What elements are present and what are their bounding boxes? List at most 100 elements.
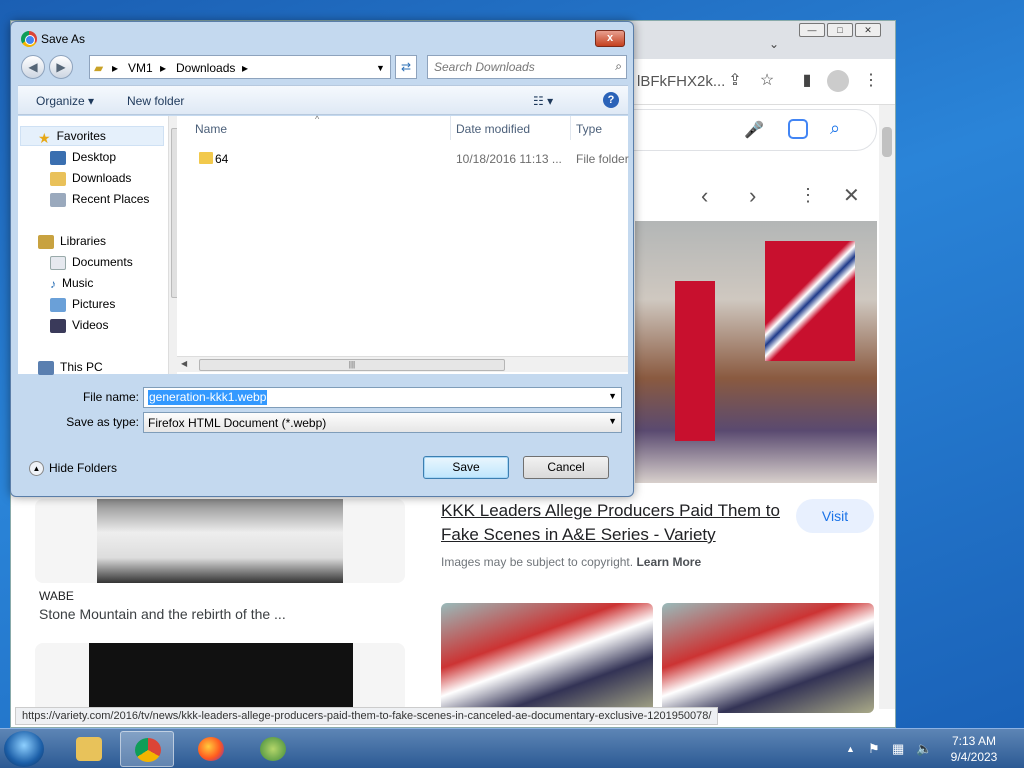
star-icon: ★ [38, 129, 51, 146]
bookmark-star-icon[interactable]: ☆ [755, 69, 779, 93]
scrollbar-thumb[interactable] [882, 127, 892, 157]
result-image[interactable] [97, 499, 343, 583]
result-image[interactable] [89, 643, 353, 713]
nav-favorites[interactable]: ★ Favorites [38, 129, 106, 146]
documents-icon [50, 255, 66, 270]
nav-desktop[interactable]: Desktop [50, 150, 116, 165]
breadcrumb-arrow-icon[interactable]: ▸ [160, 61, 166, 75]
address-bar[interactable]: ▰ ▸ VM1 ▸ Downloads ▸ ▼ [89, 55, 391, 79]
breadcrumb-downloads[interactable]: Downloads [176, 61, 235, 75]
new-folder-button[interactable]: New folder [127, 94, 184, 108]
copyright-text: Images may be subject to copyright. [441, 555, 634, 569]
sort-arrow-icon: ^ [315, 114, 320, 124]
tab-list-chevron-icon[interactable]: ⌄ [769, 37, 779, 51]
nav-this-pc[interactable]: This PC [38, 360, 103, 375]
file-name-value[interactable]: generation-kkk1.webp [148, 390, 268, 405]
tray-expand-icon[interactable]: ▲ [846, 744, 855, 754]
view-options-icon[interactable]: ☷ ▾ [533, 94, 553, 108]
downloads-icon [50, 171, 66, 186]
minimize-button[interactable]: — [799, 23, 825, 37]
side-panel-icon[interactable]: ▮ [795, 69, 819, 93]
hide-folders-button[interactable]: ▲ Hide Folders [29, 461, 117, 477]
file-list: Name ^ Date modified Type 64 10/18/2016 … [177, 114, 629, 374]
tray-flag-icon[interactable]: ⚑ [868, 741, 880, 757]
breadcrumb-arrow-icon[interactable]: ▸ [242, 61, 248, 75]
address-dropdown-icon[interactable]: ▼ [376, 63, 385, 73]
navigation-pane: ★ Favorites Desktop Downloads Recent Plac… [18, 116, 182, 375]
nav-libraries[interactable]: Libraries [38, 234, 106, 249]
voice-search-icon[interactable]: 🎤 [744, 120, 764, 140]
taskbar-chrome[interactable] [120, 731, 174, 767]
address-bar-text[interactable]: lBFkFHX2k... [637, 73, 725, 90]
breadcrumb-arrow-icon[interactable]: ▸ [112, 61, 118, 75]
maximize-button[interactable]: □ [827, 23, 853, 37]
image-title-link[interactable]: KKK Leaders Allege Producers Paid Them t… [441, 499, 781, 547]
search-icon[interactable]: ⌕ [830, 118, 840, 139]
visit-button[interactable]: Visit [796, 499, 874, 533]
prev-image-icon[interactable]: ‹ [701, 183, 708, 209]
google-search-bar[interactable]: 🎤 ⌕ [631, 109, 877, 151]
column-divider[interactable] [450, 116, 451, 140]
column-divider[interactable] [570, 116, 571, 140]
scroll-left-icon[interactable]: ◀ [181, 359, 187, 368]
save-button[interactable]: Save [423, 456, 509, 479]
lens-icon[interactable] [788, 119, 808, 139]
search-icon[interactable]: ⌕ [615, 59, 622, 74]
file-name-input[interactable]: generation-kkk1.webp ▼ [143, 387, 622, 408]
dialog-close-button[interactable]: x [595, 30, 625, 47]
menu-kebab-icon[interactable]: ⋮ [859, 69, 883, 93]
column-type[interactable]: Type [576, 122, 602, 136]
next-image-icon[interactable]: › [749, 183, 756, 209]
save-as-type-select[interactable]: Firefox HTML Document (*.webp) ▼ [143, 412, 622, 433]
preview-image[interactable] [635, 221, 877, 483]
share-icon[interactable]: ⇪ [723, 69, 747, 93]
taskbar-firefox[interactable] [184, 731, 238, 767]
nav-videos[interactable]: Videos [50, 318, 108, 333]
nav-music[interactable]: ♪ Music [50, 276, 93, 291]
pictures-icon [50, 297, 66, 312]
firefox-icon [198, 737, 224, 761]
page-scrollbar[interactable] [879, 105, 895, 709]
nav-documents[interactable]: Documents [50, 255, 133, 270]
network-icon[interactable]: ▦ [892, 741, 904, 757]
profile-avatar-icon[interactable] [827, 70, 849, 92]
clock-date: 9/4/2023 [950, 750, 998, 764]
taskbar-app[interactable] [246, 731, 300, 767]
related-image-thumb[interactable] [441, 603, 653, 713]
folder-icon: ▰ [94, 61, 104, 75]
help-icon[interactable]: ? [603, 92, 619, 108]
related-image-thumb[interactable] [662, 603, 874, 713]
column-name[interactable]: Name [195, 122, 227, 136]
taskbar: ▲ ⚑ ▦ 🔈 7:13 AM 9/4/2023 [0, 728, 1024, 768]
libraries-icon [38, 234, 54, 249]
save-as-dialog: Save As x ◀ ▶ ▰ ▸ VM1 ▸ Downloads ▸ ▼ ⇄ … [10, 21, 634, 497]
close-button[interactable]: ✕ [855, 23, 881, 37]
search-input[interactable]: Search Downloads ⌕ [427, 55, 627, 79]
dialog-title: Save As [41, 32, 86, 46]
close-panel-icon[interactable]: ✕ [843, 183, 860, 208]
nav-downloads[interactable]: Downloads [50, 171, 131, 186]
horizontal-scrollbar[interactable]: ◀ ||| [177, 356, 628, 372]
nav-pictures[interactable]: Pictures [50, 297, 115, 312]
videos-icon [50, 318, 66, 333]
result-title[interactable]: Stone Mountain and the rebirth of the ..… [39, 606, 286, 622]
status-bar-url: https://variety.com/2016/tv/news/kkk-lea… [15, 707, 719, 725]
chevron-down-icon[interactable]: ▼ [608, 391, 617, 401]
learn-more-link[interactable]: Learn More [636, 555, 701, 569]
organize-button[interactable]: Organize ▾ [36, 94, 94, 108]
start-button[interactable] [4, 731, 44, 767]
nav-recent-places[interactable]: Recent Places [50, 192, 149, 207]
volume-icon[interactable]: 🔈 [916, 741, 932, 757]
horizontal-scrollbar-thumb[interactable]: ||| [199, 359, 505, 371]
back-icon[interactable]: ◀ [21, 55, 45, 79]
clock-time: 7:13 AM [951, 734, 997, 748]
system-clock[interactable]: 7:13 AM 9/4/2023 [944, 733, 1004, 765]
cancel-button[interactable]: Cancel [523, 456, 609, 479]
column-date-modified[interactable]: Date modified [456, 122, 530, 136]
refresh-icon[interactable]: ⇄ [395, 55, 417, 79]
forward-icon[interactable]: ▶ [49, 55, 73, 79]
chevron-down-icon[interactable]: ▼ [608, 416, 617, 426]
more-options-icon[interactable]: ⋮ [799, 185, 817, 206]
breadcrumb-vm1[interactable]: VM1 [128, 61, 153, 75]
taskbar-file-explorer[interactable] [62, 731, 116, 767]
